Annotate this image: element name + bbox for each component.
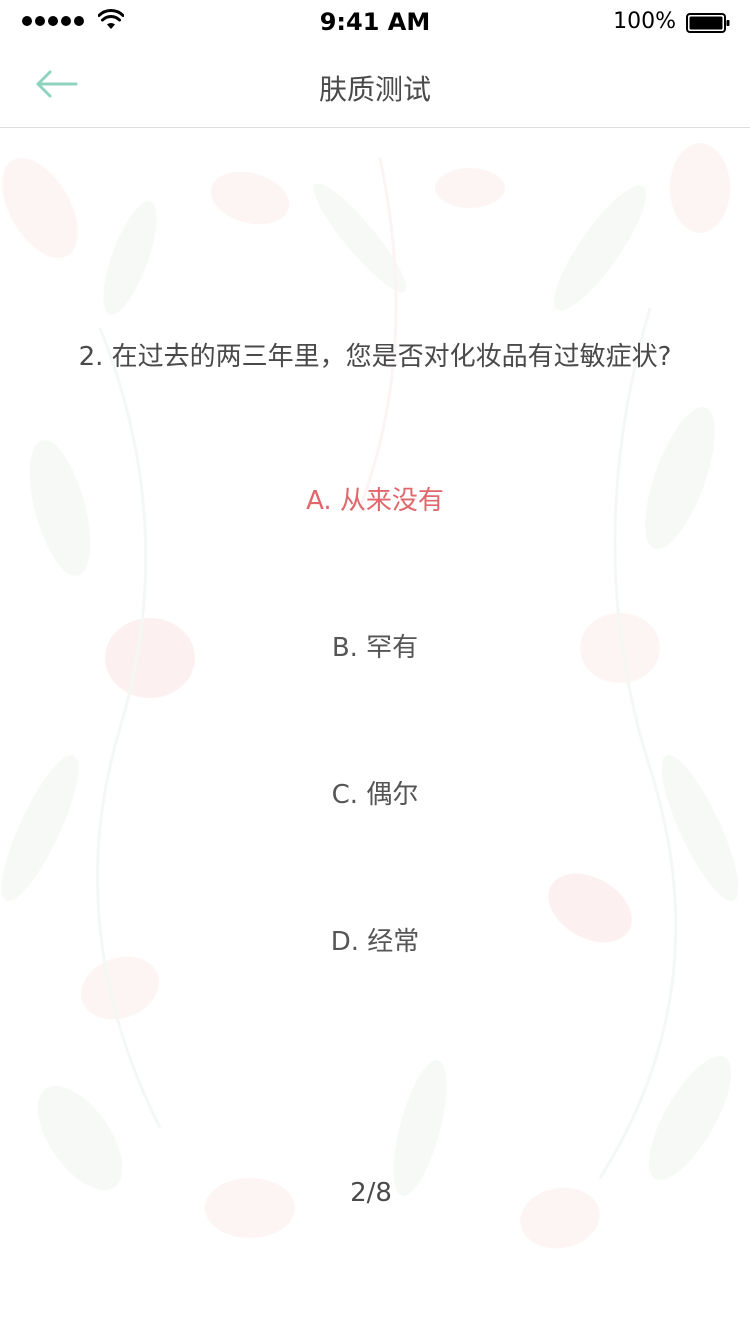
option-a[interactable]: A. 从来没有 [175,481,575,521]
navigation-bar: 肤质测试 [0,40,750,128]
battery-icon [686,13,730,33]
page-title: 肤质测试 [318,73,431,106]
progress-indicator: 2/8 [350,1178,392,1208]
question-text: 2. 在过去的两三年里，您是否对化妆品有过敏症状? [78,342,672,372]
status-bar: 9:41 AM 100% [0,0,750,40]
quiz-content: 2. 在过去的两三年里，您是否对化妆品有过敏症状? A. 从来没有 B. 罕有 … [0,128,750,1334]
option-d[interactable]: D. 经常 [175,922,575,962]
option-b[interactable]: B. 罕有 [175,628,575,668]
option-c[interactable]: C. 偶尔 [175,775,575,815]
battery-percent: 100% [613,9,676,34]
